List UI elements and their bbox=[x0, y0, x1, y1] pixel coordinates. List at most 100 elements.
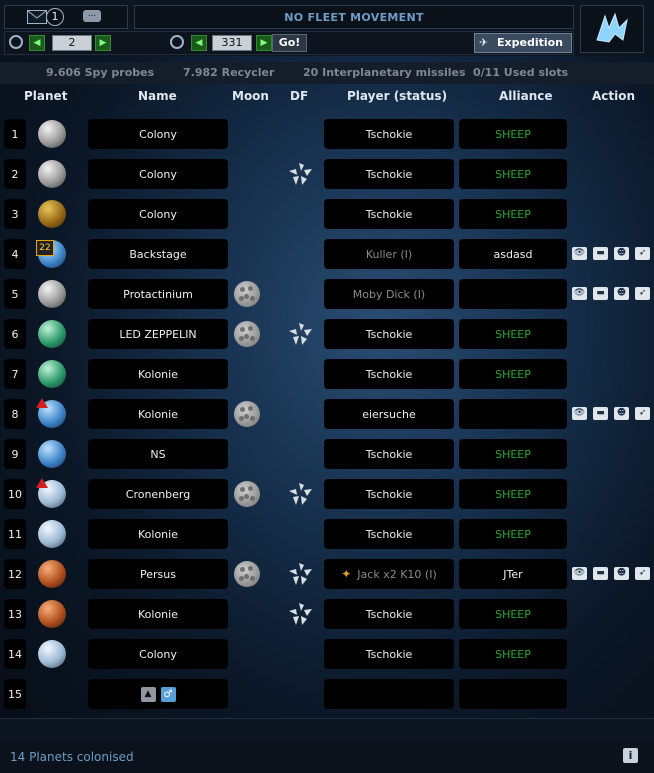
message-icon[interactable]: ▬ bbox=[593, 407, 608, 420]
galaxy-next-button[interactable]: ▶ bbox=[95, 35, 111, 51]
galaxy-input[interactable]: 2 bbox=[52, 35, 92, 51]
alliance-tag[interactable]: asdasd bbox=[459, 239, 567, 269]
desert-planet-icon[interactable] bbox=[38, 600, 66, 628]
alliance-tag[interactable]: SHEEP bbox=[459, 439, 567, 469]
alliance-tag[interactable]: SHEEP bbox=[459, 599, 567, 629]
player-name[interactable]: Tschokie bbox=[324, 599, 454, 629]
desert-planet-icon[interactable] bbox=[38, 560, 66, 588]
planet-name[interactable]: Kolonie bbox=[88, 519, 228, 549]
alliance-tag[interactable] bbox=[459, 279, 567, 309]
player-label: eiersuche bbox=[362, 407, 416, 421]
envelope-icon[interactable] bbox=[27, 10, 47, 24]
buddy-icon[interactable]: ☻ bbox=[614, 567, 629, 580]
go-button[interactable]: Go! bbox=[272, 34, 307, 52]
system-next-button[interactable]: ▶ bbox=[256, 35, 272, 51]
player-name[interactable]: Tschokie bbox=[324, 479, 454, 509]
alliance-tag[interactable] bbox=[459, 399, 567, 429]
message-icon[interactable]: ▬ bbox=[593, 567, 608, 580]
debris-field-icon[interactable] bbox=[287, 561, 313, 587]
debris-field-icon[interactable] bbox=[287, 321, 313, 347]
moon-icon[interactable] bbox=[234, 321, 260, 347]
moon-icon[interactable] bbox=[234, 481, 260, 507]
planet-name[interactable]: Kolonie bbox=[88, 359, 228, 389]
player-name[interactable]: ✦ Jack x2 K10 (I) bbox=[324, 559, 454, 589]
debris-field-icon[interactable] bbox=[287, 601, 313, 627]
planet-name[interactable]: Kolonie bbox=[88, 399, 228, 429]
alliance-tag[interactable]: SHEEP bbox=[459, 199, 567, 229]
info-icon[interactable]: i bbox=[623, 748, 638, 763]
alliance-tag[interactable]: SHEEP bbox=[459, 319, 567, 349]
fleet-movement-status[interactable]: NO FLEET MOVEMENT bbox=[134, 5, 574, 29]
player-name[interactable]: Tschokie bbox=[324, 439, 454, 469]
alliance-tag[interactable]: SHEEP bbox=[459, 479, 567, 509]
unread-count[interactable]: 1 bbox=[46, 8, 64, 26]
buddy-icon[interactable]: ☻ bbox=[614, 247, 629, 260]
moon-icon[interactable] bbox=[234, 561, 260, 587]
planet-name[interactable]: Colony bbox=[88, 159, 228, 189]
gender-icon[interactable]: ♂ bbox=[160, 686, 176, 702]
debris-field-icon[interactable] bbox=[287, 481, 313, 507]
alliance-tag[interactable]: SHEEP bbox=[459, 519, 567, 549]
player-name[interactable]: Tschokie bbox=[324, 639, 454, 669]
expedition-button[interactable]: ✈ Expedition bbox=[474, 33, 572, 53]
buddy-icon[interactable]: ☻ bbox=[614, 407, 629, 420]
gray-planet-icon[interactable] bbox=[38, 120, 66, 148]
planet-name[interactable]: Colony bbox=[88, 199, 228, 229]
espionage-icon[interactable]: 👁 bbox=[572, 247, 587, 260]
player-name[interactable]: Tschokie bbox=[324, 159, 454, 189]
gray-planet-icon[interactable] bbox=[38, 160, 66, 188]
alliance-tag[interactable]: SHEEP bbox=[459, 639, 567, 669]
galaxy-prev-button[interactable]: ◀ bbox=[29, 35, 45, 51]
moon-icon[interactable] bbox=[234, 281, 260, 307]
message-icon[interactable]: ▬ bbox=[593, 247, 608, 260]
espionage-icon[interactable]: 👁 bbox=[572, 567, 587, 580]
ice-planet-icon[interactable] bbox=[38, 520, 66, 548]
planet-name[interactable]: Cronenberg bbox=[88, 479, 228, 509]
planet-name[interactable]: ▲ ♂ bbox=[88, 679, 228, 709]
missile-icon[interactable]: ➶ bbox=[635, 567, 650, 580]
player-name[interactable]: Tschokie bbox=[324, 319, 454, 349]
column-df: DF bbox=[290, 89, 309, 103]
player-name[interactable]: Tschokie bbox=[324, 119, 454, 149]
espionage-icon[interactable]: 👁 bbox=[572, 407, 587, 420]
player-name[interactable]: Tschokie bbox=[324, 199, 454, 229]
planet-name[interactable]: LED ZEPPELIN bbox=[88, 319, 228, 349]
planet-name[interactable]: NS bbox=[88, 439, 228, 469]
planet-name[interactable]: Backstage bbox=[88, 239, 228, 269]
blue-planet-icon[interactable] bbox=[38, 440, 66, 468]
buddy-icon[interactable]: ☻ bbox=[614, 287, 629, 300]
planet-name[interactable]: Kolonie bbox=[88, 599, 228, 629]
player-name[interactable]: eiersuche bbox=[324, 399, 454, 429]
player-name[interactable]: Moby Dick (I) bbox=[324, 279, 454, 309]
alliance-tag[interactable]: SHEEP bbox=[459, 159, 567, 189]
planet-name[interactable]: Protactinium bbox=[88, 279, 228, 309]
player-name[interactable]: Tschokie bbox=[324, 359, 454, 389]
system-input[interactable]: 331 bbox=[212, 35, 252, 51]
moon-icon[interactable] bbox=[234, 401, 260, 427]
green-planet-icon[interactable] bbox=[38, 360, 66, 388]
system-prev-button[interactable]: ◀ bbox=[191, 35, 207, 51]
amber-planet-icon[interactable] bbox=[38, 200, 66, 228]
ship-icon[interactable] bbox=[580, 5, 644, 53]
alliance-tag[interactable] bbox=[459, 679, 567, 709]
planet-name[interactable]: Persus bbox=[88, 559, 228, 589]
alliance-tag[interactable]: SHEEP bbox=[459, 359, 567, 389]
gray-planet-icon[interactable] bbox=[38, 280, 66, 308]
planet-name[interactable]: Colony bbox=[88, 639, 228, 669]
missile-icon[interactable]: ➶ bbox=[635, 287, 650, 300]
message-icon[interactable]: ▬ bbox=[593, 287, 608, 300]
chat-icon[interactable]: ... bbox=[83, 10, 101, 22]
espionage-icon[interactable]: 👁 bbox=[572, 287, 587, 300]
alliance-tag[interactable]: JTer bbox=[459, 559, 567, 589]
player-name[interactable]: Tschokie bbox=[324, 519, 454, 549]
player-name[interactable]: Kuller (I) bbox=[324, 239, 454, 269]
colonize-icon[interactable]: ▲ bbox=[140, 686, 156, 702]
alliance-tag[interactable]: SHEEP bbox=[459, 119, 567, 149]
player-name[interactable] bbox=[324, 679, 454, 709]
missile-icon[interactable]: ➶ bbox=[635, 247, 650, 260]
planet-name[interactable]: Colony bbox=[88, 119, 228, 149]
missile-icon[interactable]: ➶ bbox=[635, 407, 650, 420]
debris-field-icon[interactable] bbox=[287, 161, 313, 187]
green-planet-icon[interactable] bbox=[38, 320, 66, 348]
ice-planet-icon[interactable] bbox=[38, 640, 66, 668]
